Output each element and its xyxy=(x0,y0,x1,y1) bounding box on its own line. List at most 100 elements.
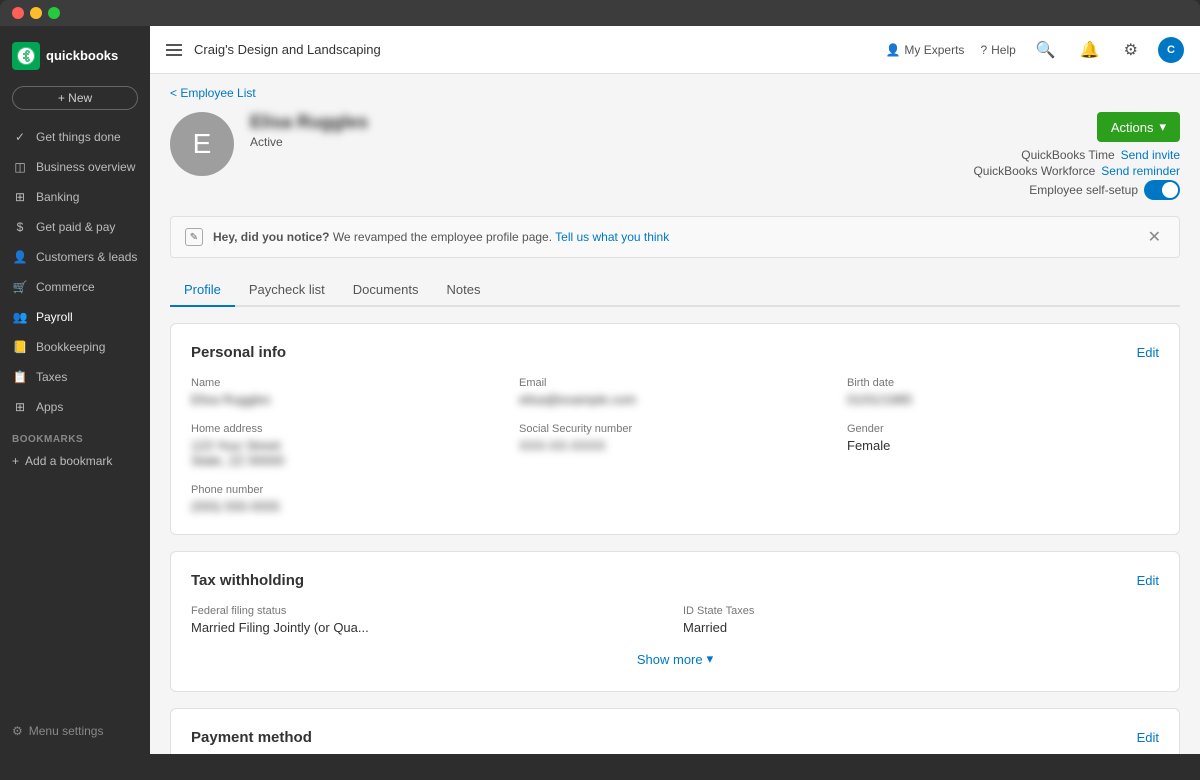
topbar: Craig's Design and Landscaping 👤 My Expe… xyxy=(150,26,1200,74)
employee-info: Elisa Ruggles Active xyxy=(250,112,973,149)
federal-filing-label: Federal filing status xyxy=(191,605,667,617)
payment-method-card: Payment method Edit Payment method Paper… xyxy=(170,708,1180,754)
personal-info-grid: Name Elisa Ruggles Email elisa@example.c… xyxy=(191,377,1159,514)
toggle-knob xyxy=(1162,182,1178,198)
tab-profile[interactable]: Profile xyxy=(170,274,235,307)
sidebar-item-label: Payroll xyxy=(36,310,73,324)
gender-label: Gender xyxy=(847,423,1159,435)
company-name: Craig's Design and Landscaping xyxy=(194,42,381,57)
tab-notes[interactable]: Notes xyxy=(432,274,494,307)
minimize-button[interactable] xyxy=(30,7,42,19)
email-label: Email xyxy=(519,377,831,389)
maximize-button[interactable] xyxy=(48,7,60,19)
breadcrumb[interactable]: < Employee List xyxy=(170,86,1180,100)
tax-withholding-card: Tax withholding Edit Federal filing stat… xyxy=(170,551,1180,692)
name-label: Name xyxy=(191,377,503,389)
name-value: Elisa Ruggles xyxy=(191,392,503,407)
actions-label: Actions xyxy=(1111,120,1154,135)
search-button[interactable]: 🔍 xyxy=(1032,36,1060,64)
qb-time-row: QuickBooks Time Send invite xyxy=(1021,148,1180,162)
notifications-button[interactable]: 🔔 xyxy=(1076,36,1104,64)
employee-actions-right: Actions ▾ QuickBooks Time Send invite Qu… xyxy=(973,112,1180,200)
notice-link[interactable]: Tell us what you think xyxy=(555,230,669,244)
notice-close-button[interactable]: ✕ xyxy=(1144,227,1165,247)
sidebar-item-label: Customers & leads xyxy=(36,250,137,264)
sidebar-item-bookkeeping[interactable]: 📒 Bookkeeping xyxy=(0,332,150,362)
personal-info-title: Personal info xyxy=(191,344,286,361)
user-avatar[interactable]: C xyxy=(1158,37,1184,63)
sidebar-item-label: Bookkeeping xyxy=(36,340,105,354)
quickbooks-logo-text: quickbooks xyxy=(46,49,118,63)
tab-documents[interactable]: Documents xyxy=(339,274,433,307)
send-reminder-link[interactable]: Send reminder xyxy=(1101,164,1180,178)
notice-icon: ✎ xyxy=(185,228,203,246)
sidebar-item-taxes[interactable]: 📋 Taxes xyxy=(0,362,150,392)
actions-button[interactable]: Actions ▾ xyxy=(1097,112,1180,142)
add-bookmark-button[interactable]: + Add a bookmark xyxy=(0,449,150,473)
self-setup-toggle[interactable] xyxy=(1144,180,1180,200)
new-button[interactable]: + New xyxy=(12,86,138,110)
help-button[interactable]: ? Help xyxy=(980,43,1015,57)
my-experts-label: My Experts xyxy=(904,43,964,57)
personal-info-edit-link[interactable]: Edit xyxy=(1137,345,1159,360)
home-address-label: Home address xyxy=(191,423,503,435)
sidebar-item-apps[interactable]: ⊞ Apps xyxy=(0,392,150,422)
gender-field: Gender Female xyxy=(847,423,1159,468)
phone-field: Phone number (555) 555-5555 xyxy=(191,484,503,514)
menu-settings-label: Menu settings xyxy=(29,724,104,738)
plus-icon: + xyxy=(12,454,19,468)
show-more-button[interactable]: Show more ▾ xyxy=(191,647,1159,671)
phone-label: Phone number xyxy=(191,484,503,496)
sidebar-item-payroll[interactable]: 👥 Payroll xyxy=(0,302,150,332)
notice-bold: Hey, did you notice? xyxy=(213,230,329,244)
employee-name: Elisa Ruggles xyxy=(250,112,973,133)
sidebar-item-commerce[interactable]: 🛒 Commerce xyxy=(0,272,150,302)
tax-withholding-grid: Federal filing status Married Filing Joi… xyxy=(191,605,1159,635)
personal-info-header: Personal info Edit xyxy=(191,344,1159,361)
chevron-down-icon: ▾ xyxy=(1159,119,1166,135)
chart-icon: ◫ xyxy=(12,159,28,175)
hamburger-button[interactable] xyxy=(166,44,182,56)
sidebar-item-customers-leads[interactable]: 👤 Customers & leads xyxy=(0,242,150,272)
home-address-line1: 123 Your Street xyxy=(191,438,503,453)
tax-withholding-title: Tax withholding xyxy=(191,572,304,589)
people-icon: 👤 xyxy=(12,249,28,265)
notice-banner: ✎ Hey, did you notice? We revamped the e… xyxy=(170,216,1180,258)
qb-workforce-label: QuickBooks Workforce xyxy=(973,164,1095,178)
sidebar-item-business-overview[interactable]: ◫ Business overview xyxy=(0,152,150,182)
sidebar-item-get-things-done[interactable]: ✓ Get things done xyxy=(0,122,150,152)
commerce-icon: 🛒 xyxy=(12,279,28,295)
notice-body: We revamped the employee profile page. xyxy=(333,230,555,244)
id-state-taxes-label: ID State Taxes xyxy=(683,605,1159,617)
federal-filing-field: Federal filing status Married Filing Joi… xyxy=(191,605,667,635)
sidebar-item-label: Apps xyxy=(36,400,63,414)
tax-icon: 📋 xyxy=(12,369,28,385)
email-value: elisa@example.com xyxy=(519,392,831,407)
id-state-taxes-value: Married xyxy=(683,620,1159,635)
bell-icon: 🔔 xyxy=(1080,42,1100,59)
name-field: Name Elisa Ruggles xyxy=(191,377,503,407)
gender-value: Female xyxy=(847,438,1159,453)
payment-method-edit-link[interactable]: Edit xyxy=(1137,730,1159,745)
chevron-down-icon: ▾ xyxy=(707,651,714,667)
my-experts-button[interactable]: 👤 My Experts xyxy=(885,43,964,57)
sidebar-logo: quickbooks xyxy=(0,34,150,86)
sidebar-item-get-paid-pay[interactable]: $ Get paid & pay xyxy=(0,212,150,242)
qb-time-label: QuickBooks Time xyxy=(1021,148,1114,162)
close-button[interactable] xyxy=(12,7,24,19)
send-invite-link[interactable]: Send invite xyxy=(1121,148,1180,162)
id-state-taxes-field: ID State Taxes Married xyxy=(683,605,1159,635)
employee-status: Active xyxy=(250,135,973,149)
dollar-icon: $ xyxy=(12,219,28,235)
tab-paycheck-list[interactable]: Paycheck list xyxy=(235,274,339,307)
payroll-icon: 👥 xyxy=(12,309,28,325)
sidebar-item-banking[interactable]: ⊞ Banking xyxy=(0,182,150,212)
gear-icon: ⚙ xyxy=(1124,42,1138,59)
employee-avatar: E xyxy=(170,112,234,176)
settings-button[interactable]: ⚙ xyxy=(1120,36,1142,64)
menu-settings-button[interactable]: ⚙ Menu settings xyxy=(0,716,150,746)
notice-text: Hey, did you notice? We revamped the emp… xyxy=(213,230,1134,244)
qb-workforce-row: QuickBooks Workforce Send reminder xyxy=(973,164,1180,178)
bank-icon: ⊞ xyxy=(12,189,28,205)
tax-withholding-edit-link[interactable]: Edit xyxy=(1137,573,1159,588)
